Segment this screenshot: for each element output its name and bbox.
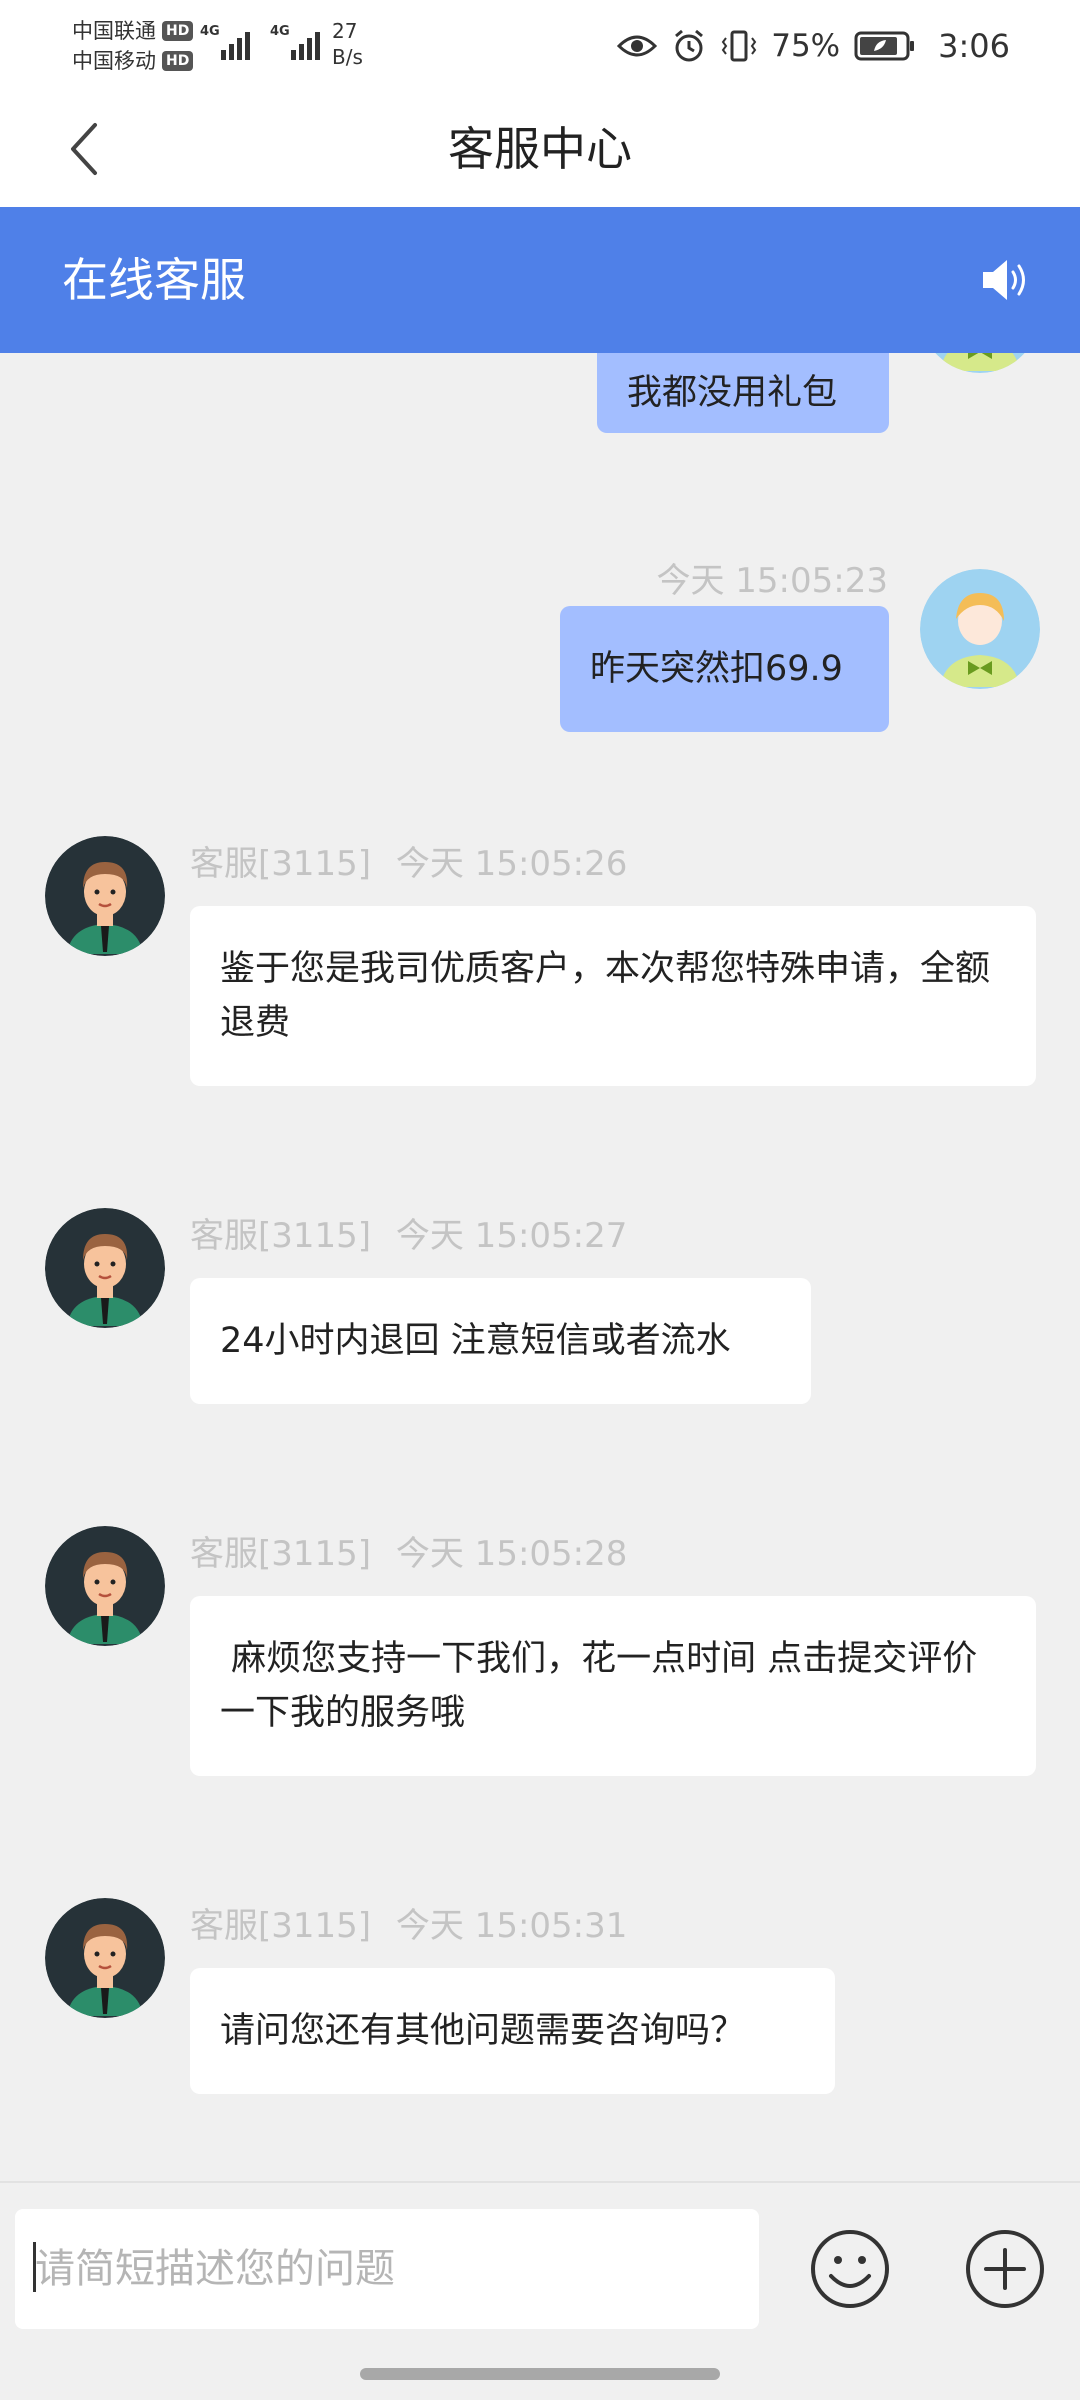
hd-badge-1: HD [162,21,194,41]
agent-avatar-icon [45,1898,165,2018]
agent-avatar-icon [45,1208,165,1328]
message-text: 麻烦您支持一下我们，花一点时间 点击提交评价一下我的服务哦 [220,1639,978,1733]
network-type-1: 4G [200,24,220,39]
agent-avatar-icon [45,836,165,956]
plus-circle-icon [966,2230,1044,2308]
message-bubble: 请问您还有其他问题需要咨询吗？ [190,1968,835,2094]
battery-percent: 75% [771,28,841,64]
message-bubble: 昨天突然扣69.9 [560,606,889,732]
user-avatar [920,353,1040,373]
chat-message-agent: 客服[3115] 今天 15:05:28 麻烦您支持一下我们，花一点时间 点击提… [0,1526,1080,1796]
message-timestamp: 今天 15:05:28 [395,1534,628,1574]
message-meta: 客服[3115] 今天 15:05:28 [190,1526,627,1575]
status-bar: 中国联通 HD 中国移动 HD 4G 4G 27 B/s 75% 3:06 [0,0,1080,92]
agent-avatar [45,1208,165,1328]
message-text: 24小时内退回 注意短信或者流水 [220,1321,731,1361]
sound-toggle-button[interactable] [976,250,1036,310]
message-bubble: 麻烦您支持一下我们，花一点时间 点击提交评价一下我的服务哦 [190,1596,1036,1776]
user-avatar-icon [920,569,1040,689]
page-title: 客服中心 [448,122,632,176]
message-text: 鉴于您是我司优质客户，本次帮您特殊申请，全额退费 [220,949,991,1043]
chat-message-agent: 客服[3115] 今天 15:05:27 24小时内退回 注意短信或者流水 [0,1208,1080,1408]
signal-strength-icon: 4G [200,22,250,60]
chat-message-user: 我都没用礼包 [0,353,1080,443]
speaker-icon [983,260,1025,300]
agent-name: 客服[3115] [190,1216,372,1256]
service-header: 在线客服 [0,207,1080,353]
chat-message-agent: 客服[3115] 今天 15:05:26 鉴于您是我司优质客户，本次帮您特殊申请… [0,836,1080,1106]
user-avatar [920,569,1040,689]
chat-message-user: 今天 15:05:23 昨天突然扣69.9 [0,553,1080,733]
network-speed: 27 B/s [332,18,363,70]
battery-icon [854,31,915,61]
agent-name: 客服[3115] [190,844,372,884]
chat-message-list[interactable]: 我都没用礼包 今天 15:05:23 昨天突然扣69.9 客服[3115] 今天… [0,353,1080,2181]
message-bubble: 我都没用礼包 [597,353,889,433]
message-meta: 客服[3115] 今天 15:05:31 [190,1898,627,1947]
emoji-button[interactable] [807,2226,893,2312]
eye-icon [617,35,658,57]
carrier-info: 中国联通 HD 中国移动 HD [72,16,194,76]
message-bubble: 鉴于您是我司优质客户，本次帮您特殊申请，全额退费 [190,906,1036,1086]
message-meta: 客服[3115] 今天 15:05:27 [190,1208,627,1257]
message-timestamp: 今天 15:05:23 [656,561,888,601]
message-text: 我都没用礼包 [627,373,838,413]
message-text: 请问您还有其他问题需要咨询吗？ [220,2011,746,2051]
smiley-icon [811,2230,889,2308]
signal-indicators: 4G 4G [200,22,320,60]
message-meta: 客服[3115] 今天 15:05:26 [190,836,627,885]
hd-badge-2: HD [162,51,194,71]
chat-message-agent: 客服[3115] 今天 15:05:31 请问您还有其他问题需要咨询吗？ [0,1898,1080,2098]
text-cursor [33,2242,36,2292]
agent-name: 客服[3115] [190,1534,372,1574]
message-timestamp: 今天 15:05:27 [395,1216,628,1256]
agent-name: 客服[3115] [190,1906,372,1946]
message-input[interactable] [15,2209,759,2329]
vibrate-icon [721,30,757,62]
network-type-2: 4G [270,24,290,39]
message-timestamp: 今天 15:05:31 [395,1906,628,1946]
service-title: 在线客服 [62,253,246,307]
signal-strength-icon: 4G [270,22,320,60]
agent-avatar [45,1898,165,2018]
agent-avatar-icon [45,1526,165,1646]
message-timestamp: 今天 15:05:26 [395,844,628,884]
network-speed-unit: B/s [332,45,363,69]
title-bar: 客服中心 [0,92,1080,207]
agent-avatar [45,1526,165,1646]
carrier-1: 中国联通 [72,19,156,43]
input-bar [0,2181,1080,2355]
alarm-icon [675,29,704,62]
status-icons: 75% 3:06 [617,24,1010,68]
message-text: 昨天突然扣69.9 [590,649,843,689]
carrier-2: 中国移动 [72,49,156,73]
clock: 3:06 [938,27,1010,65]
message-bubble: 24小时内退回 注意短信或者流水 [190,1278,811,1404]
agent-avatar [45,836,165,956]
network-speed-value: 27 [332,19,358,43]
home-indicator[interactable] [360,2368,720,2380]
more-options-button[interactable] [962,2226,1048,2312]
user-avatar-icon [935,353,1025,373]
